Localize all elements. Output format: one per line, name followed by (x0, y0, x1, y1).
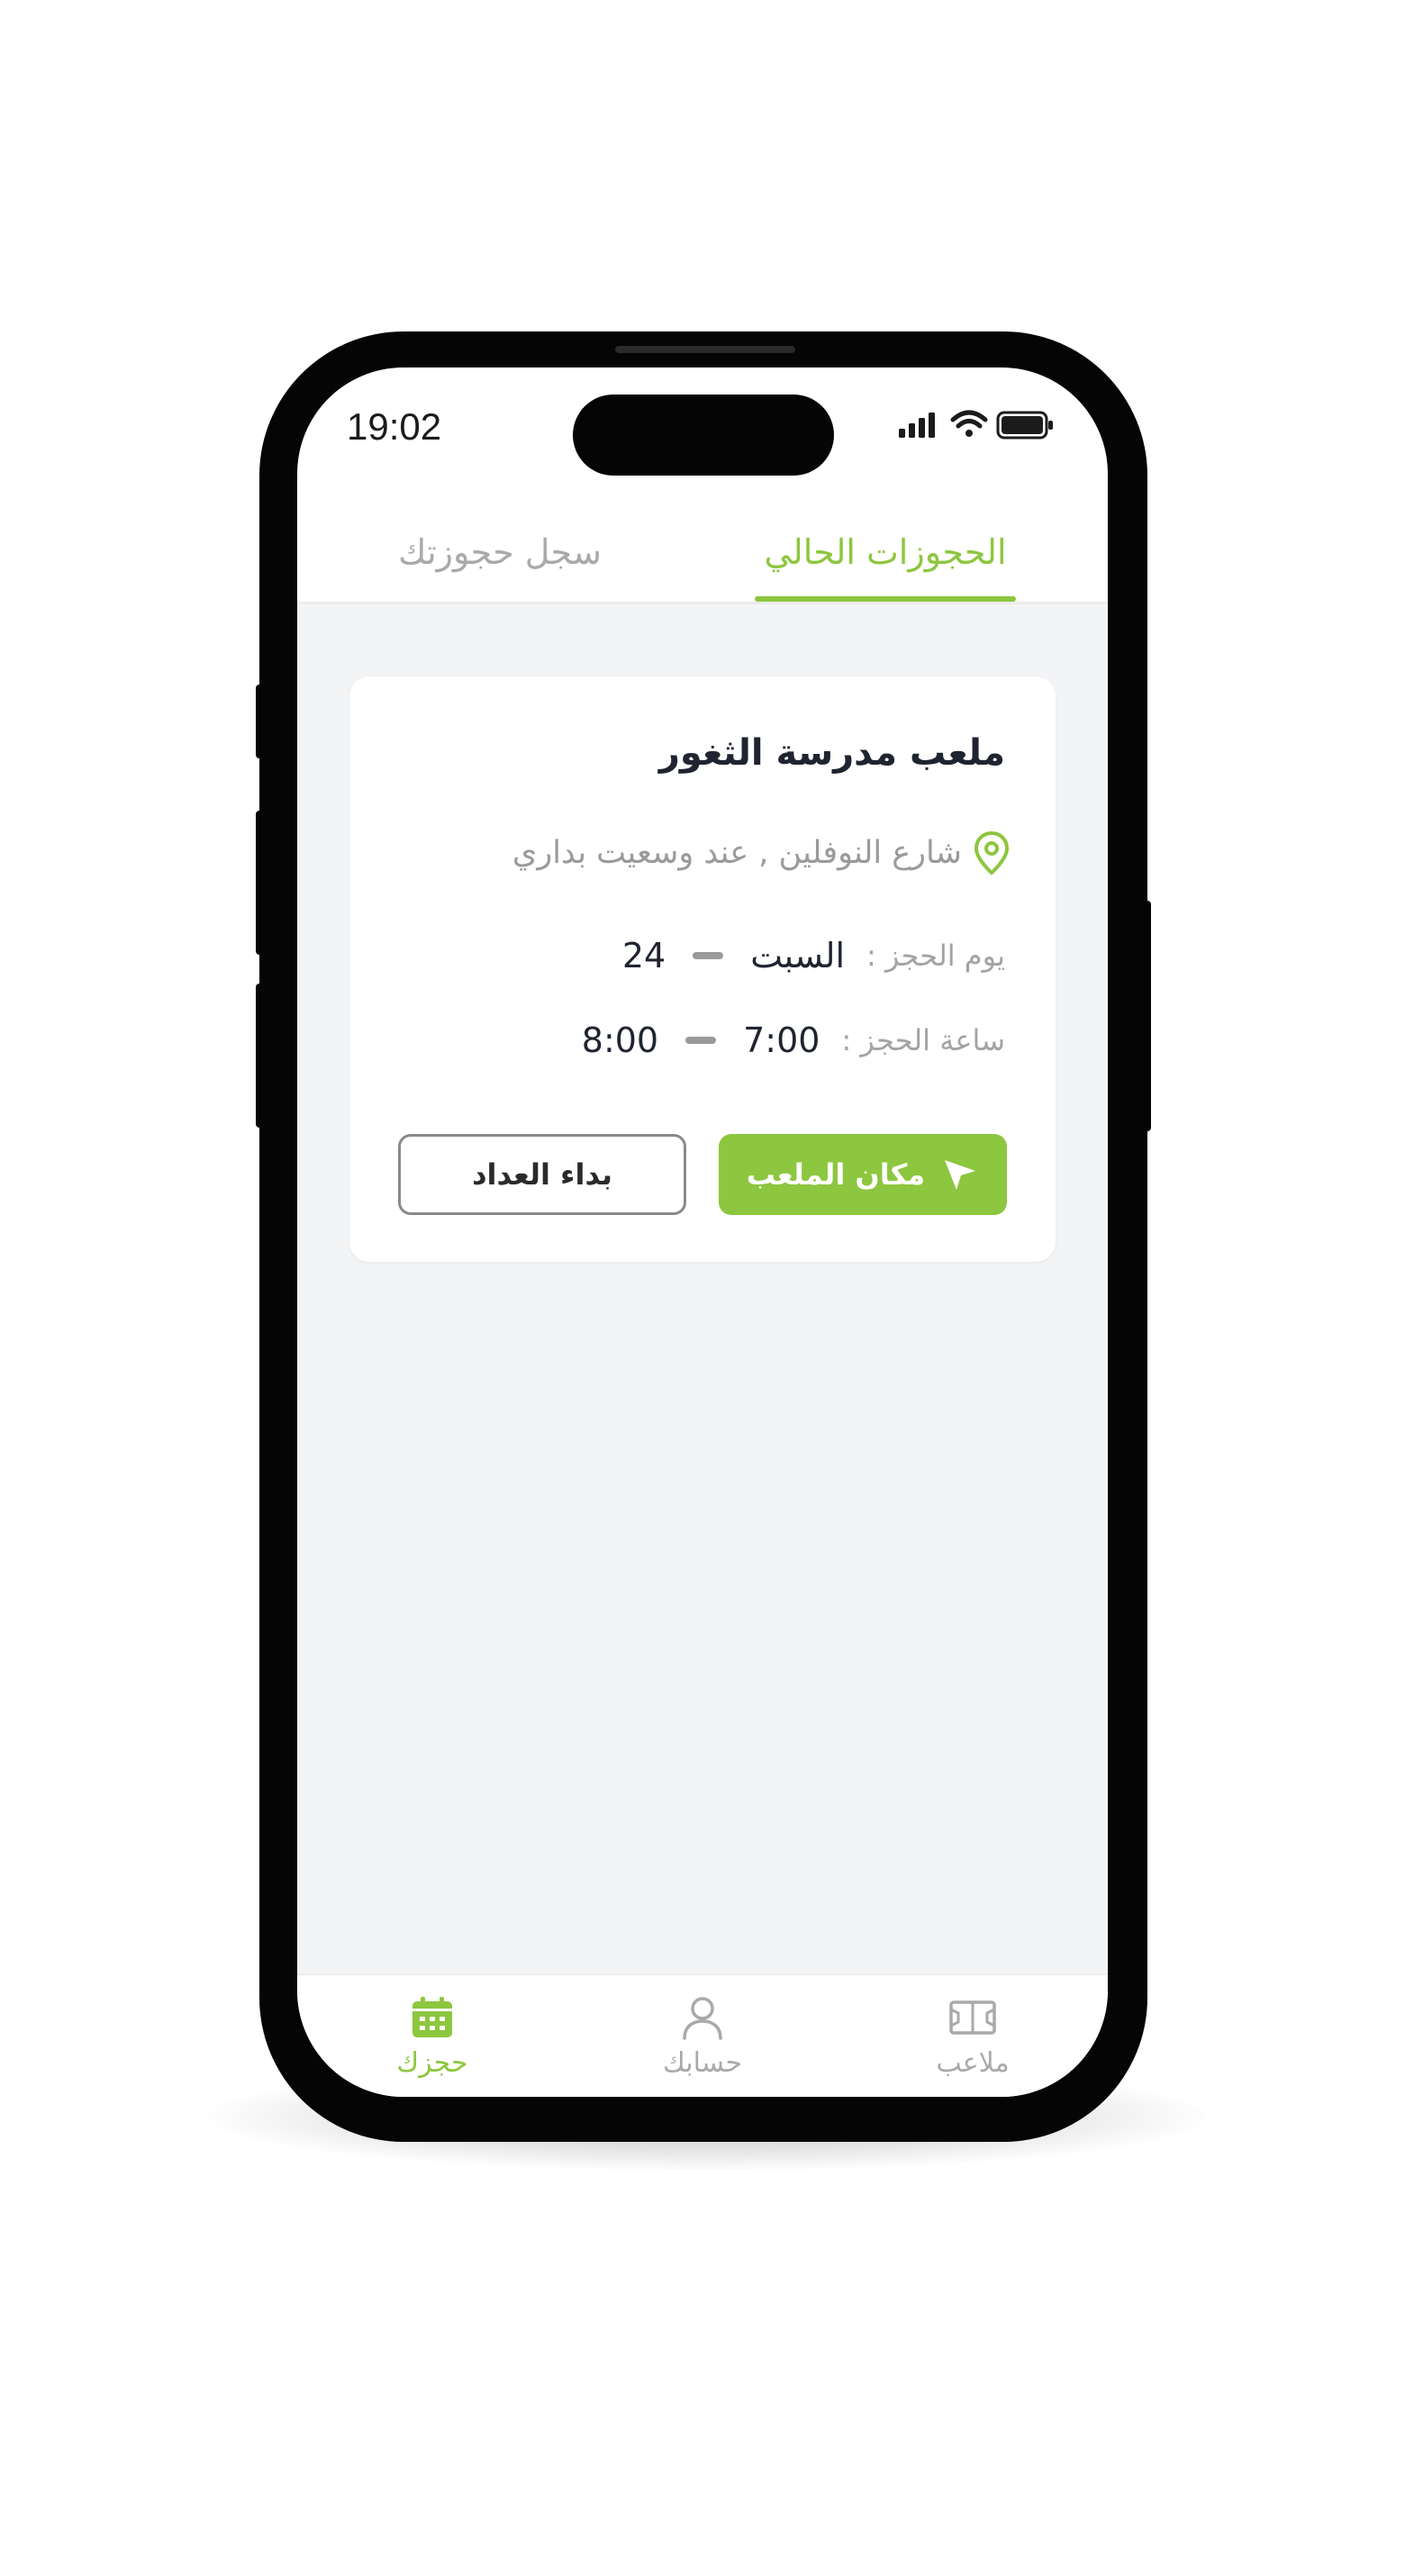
nav-label-fields: ملاعب (936, 2047, 1010, 2079)
separator-dash (685, 1037, 717, 1044)
field-location-label: مكان الملعب (746, 1157, 926, 1192)
location-pin-icon (974, 830, 1010, 875)
booking-card: ملعب مدرسة الثغور شارع النوفلين , عند وس… (349, 676, 1056, 1262)
tab-booking-history[interactable]: سجل حجوزتك (369, 503, 630, 602)
start-timer-button[interactable]: بداء العداد (398, 1134, 686, 1215)
field-name: ملعب مدرسة الثغور (658, 732, 1005, 774)
calendar-icon (412, 1997, 452, 2037)
booking-time-start: 7:00 (743, 1020, 820, 1060)
status-time: 19:02 (347, 405, 442, 448)
field-icon (949, 2000, 996, 2035)
nav-label-account: حسابك (662, 2047, 743, 2079)
bottom-nav: حجزك حسابك ملاعب (297, 1973, 1108, 2097)
phone-screen: 19:02 الحجوزات الحالي سجل حجوزتك ملعب مد… (297, 367, 1108, 2097)
nav-item-booking[interactable]: حجزك (351, 1993, 513, 2092)
status-icons (899, 410, 1053, 440)
stage: 19:02 الحجوزات الحالي سجل حجوزتك ملعب مد… (0, 0, 1405, 2576)
nav-label-booking: حجزك (396, 2047, 468, 2079)
battery-icon (996, 411, 1053, 440)
tab-current-bookings[interactable]: الحجوزات الحالي (755, 503, 1016, 602)
address-row: شارع النوفلين , عند وسعيت بداري (512, 828, 1011, 878)
wifi-icon (950, 410, 988, 437)
booking-time-end: 8:00 (581, 1020, 659, 1060)
booking-day-row: يوم الحجز : السبت 24 (622, 930, 1005, 981)
active-tab-indicator (755, 596, 1016, 602)
field-location-button[interactable]: مكان الملعب (719, 1134, 1007, 1215)
booking-day-label: يوم الحجز : (866, 939, 1005, 973)
field-address: شارع النوفلين , عند وسعيت بداري (512, 835, 962, 871)
navigation-arrow-icon (945, 1160, 976, 1190)
signal-icon (899, 413, 935, 438)
speaker-grille (615, 346, 795, 353)
tabs-bar: الحجوزات الحالي سجل حجوزتك (297, 503, 1108, 604)
user-icon (683, 1997, 722, 2040)
booking-day-number: 24 (621, 936, 666, 975)
separator-dash (693, 952, 724, 959)
content-area: ملعب مدرسة الثغور شارع النوفلين , عند وس… (297, 604, 1108, 1973)
booking-time-label: ساعة الحجز : (841, 1023, 1005, 1057)
booking-time-row: ساعة الحجز : 7:00 8:00 (582, 1015, 1005, 1066)
nav-item-account[interactable]: حسابك (621, 1993, 784, 2092)
dynamic-island (573, 395, 834, 476)
booking-day-name: السبت (750, 936, 846, 975)
nav-item-fields[interactable]: ملاعب (892, 1993, 1054, 2092)
